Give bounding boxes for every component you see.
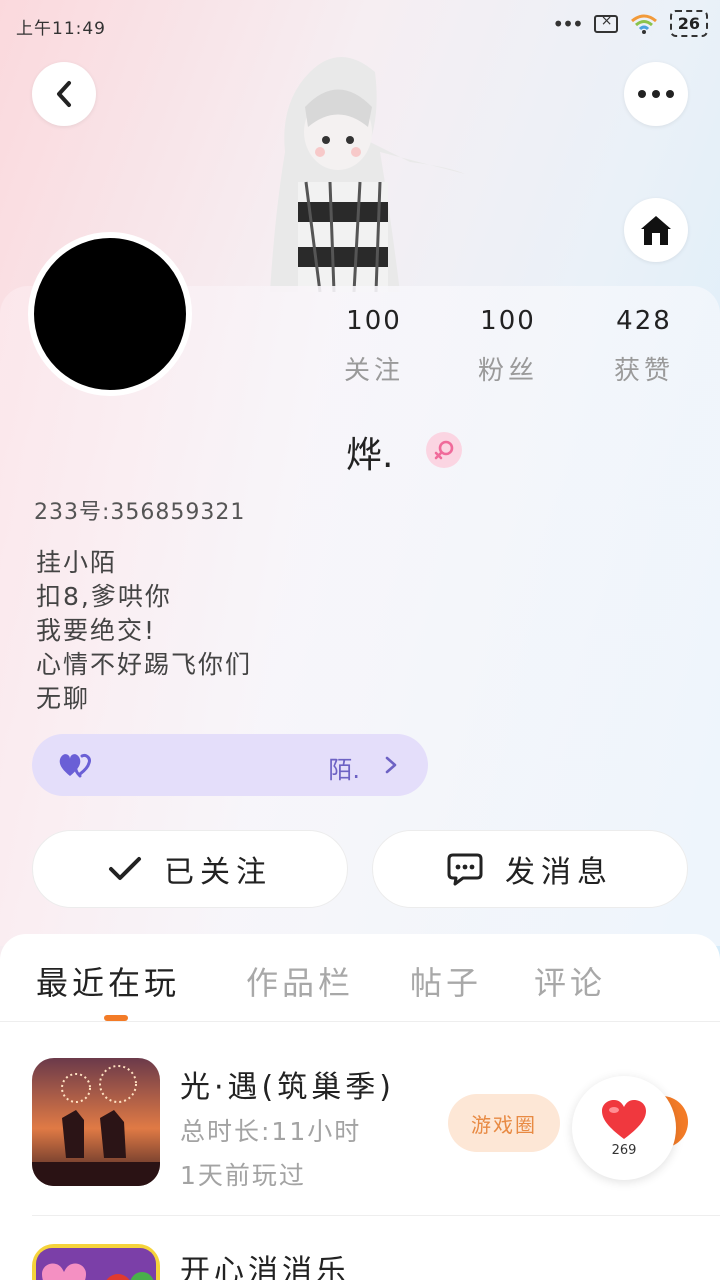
list-divider [32,1215,720,1216]
relationship-bar[interactable]: 陌. [32,734,428,796]
double-heart-icon [59,754,91,778]
floating-like-button[interactable]: 269 [572,1076,676,1180]
status-bar: 上午11:49 ••• 26 [0,0,720,52]
following-label: 关注 [343,356,404,386]
tab-works[interactable]: 作品栏 [246,958,354,1004]
bio-line: 挂小陌 [36,548,118,577]
header-character-image [270,57,465,292]
followers-count: 100 [480,306,536,336]
user-id: 233号:356859321 [34,500,246,525]
followed-label: 已关注 [164,855,272,890]
checkmark-icon [109,857,141,880]
more-options-button[interactable] [624,62,688,126]
following-count: 100 [346,306,402,336]
bio-line: 扣8,爹哄你 [36,582,172,611]
relationship-name: 陌. [328,756,360,784]
heart-icon [602,1099,646,1139]
game-title[interactable]: 开心消消乐 [180,1246,350,1280]
notification-dots-icon: ••• [552,11,583,36]
stat-followers[interactable]: 100 粉丝 [448,306,568,387]
game-title[interactable]: 光·遇(筑巢季) [180,1062,395,1106]
chevron-right-icon [385,756,397,774]
likes-count: 428 [616,306,672,336]
like-count: 269 [611,1142,637,1158]
status-icons: ••• 26 [552,10,708,37]
send-message-label: 发消息 [505,855,613,890]
bio-line: 我要绝交! [36,616,157,645]
tab-divider [0,1021,720,1022]
happy-match-game-icon[interactable] [32,1244,160,1280]
battery-indicator: 26 [669,10,708,37]
no-sim-icon [593,13,618,33]
bio-line: 无聊 [36,684,91,713]
avatar[interactable] [28,232,192,396]
stat-likes[interactable]: 428 获赞 [584,306,704,387]
home-icon [641,216,671,245]
wifi-icon [630,14,657,34]
followed-button[interactable]: 已关注 [32,830,348,908]
back-button[interactable] [32,62,96,126]
tab-posts[interactable]: 帖子 [410,958,482,1004]
more-horizontal-icon [638,90,674,98]
game-circle-button[interactable]: 游戏圈 [448,1094,560,1152]
bio: 挂小陌 扣8,爹哄你 我要绝交! 心情不好踢飞你们 无聊 [36,546,252,716]
status-time: 上午11:49 [16,19,106,39]
game-last-played: 1天前玩过 [180,1161,306,1190]
followers-label: 粉丝 [477,356,538,386]
likes-label: 获赞 [613,356,674,386]
home-button[interactable] [624,198,688,262]
chat-bubble-icon [447,853,483,886]
bio-line: 心情不好踢飞你们 [36,650,253,679]
nickname: 烨. [346,435,394,476]
stat-following[interactable]: 100 关注 [314,306,434,387]
tab-recently-played[interactable]: 最近在玩 [36,958,180,1004]
game-duration: 总时长:11小时 [180,1117,362,1146]
chevron-left-icon [57,81,71,107]
tab-comments[interactable]: 评论 [534,958,606,1004]
send-message-button[interactable]: 发消息 [372,830,688,908]
sky-game-icon[interactable] [32,1058,160,1186]
female-gender-icon [426,432,462,468]
